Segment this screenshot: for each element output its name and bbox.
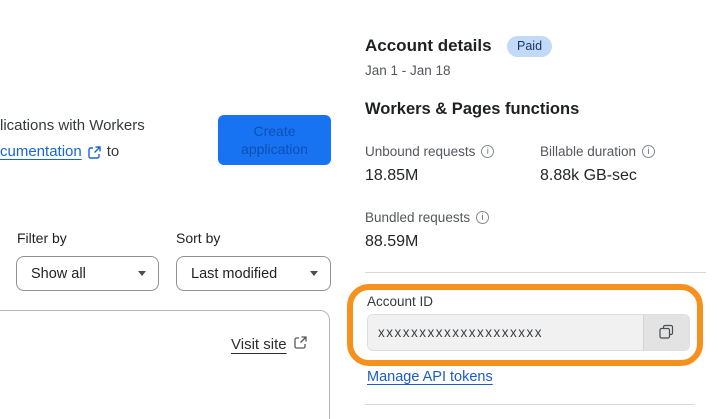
copy-account-id-button[interactable] <box>643 315 689 350</box>
filter-by-label: Filter by <box>17 230 67 246</box>
intro-text-line2: cumentation to <box>0 143 119 160</box>
caret-down-icon <box>138 271 146 276</box>
stat-bundled-requests-label: Bundled requests i <box>365 210 490 225</box>
sort-by-label: Sort by <box>176 230 221 246</box>
manage-api-tokens-link[interactable]: Manage API tokens <box>367 369 493 385</box>
account-details-title: Account details <box>365 36 492 55</box>
info-icon[interactable]: i <box>476 211 490 224</box>
sort-dropdown[interactable]: Last modified <box>176 256 331 291</box>
account-id-input[interactable] <box>368 315 643 350</box>
functions-section-title: Workers & Pages functions <box>365 100 580 118</box>
copy-icon <box>658 323 675 343</box>
intro-text-line1: lications with Workers <box>0 117 145 134</box>
intro-text-suffix: to <box>106 143 120 160</box>
account-id-field-group <box>367 314 690 351</box>
sort-dropdown-value: Last modified <box>191 265 278 282</box>
stat-unbound-requests-label: Unbound requests i <box>365 144 495 159</box>
caret-down-icon <box>310 271 318 276</box>
project-card: Visit site <box>0 310 330 419</box>
account-id-label: Account ID <box>367 294 434 309</box>
stat-label-text: Billable duration <box>540 144 637 159</box>
info-icon[interactable]: i <box>642 145 656 158</box>
stat-unbound-requests-value: 18.85M <box>365 167 419 184</box>
external-link-icon <box>293 335 308 354</box>
filter-dropdown[interactable]: Show all <box>16 256 159 291</box>
stat-billable-duration-value: 8.88k GB-sec <box>540 167 637 184</box>
documentation-link[interactable]: cumentation <box>0 143 82 160</box>
plan-badge: Paid <box>507 36 553 57</box>
divider <box>365 272 706 273</box>
external-link-icon <box>87 145 102 160</box>
stat-billable-duration-label: Billable duration i <box>540 144 656 159</box>
workers-pages-dashboard: lications with Workers cumentation to Cr… <box>0 0 718 419</box>
stat-label-text: Unbound requests <box>365 144 476 159</box>
stat-label-text: Bundled requests <box>365 210 471 225</box>
stat-bundled-requests-value: 88.59M <box>365 233 419 250</box>
filter-dropdown-value: Show all <box>31 265 86 282</box>
info-icon[interactable]: i <box>481 145 495 158</box>
visit-site-label: Visit site <box>231 336 287 353</box>
divider <box>365 404 695 405</box>
date-range: Jan 1 - Jan 18 <box>365 63 451 78</box>
visit-site-link[interactable]: Visit site <box>231 335 308 354</box>
create-application-button[interactable]: Create application <box>218 115 331 165</box>
